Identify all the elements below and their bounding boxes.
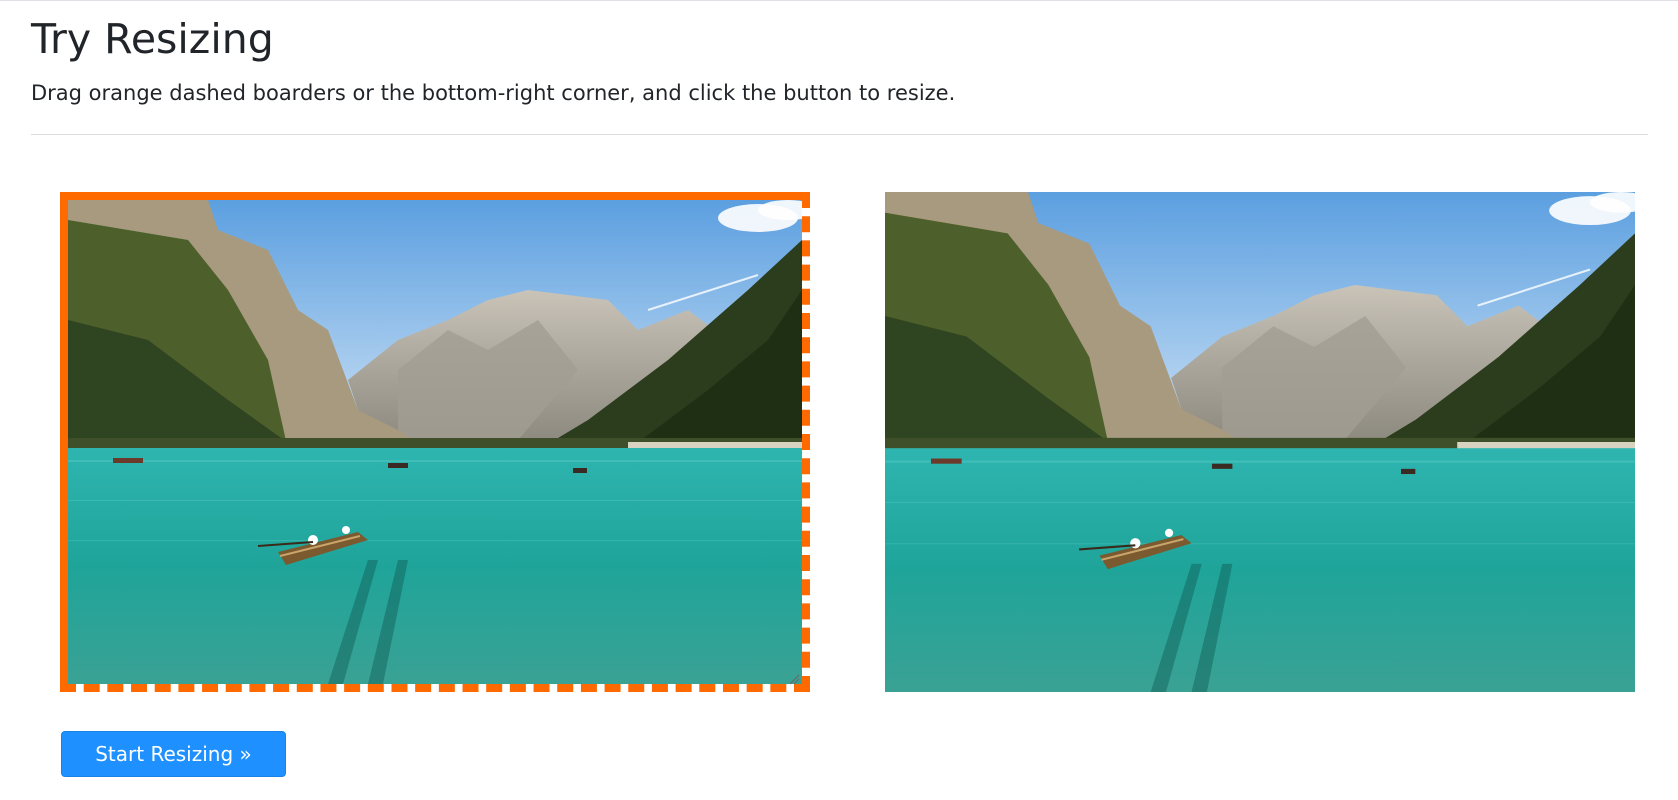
top-rule: [0, 0, 1678, 1]
resized-result-image: [885, 192, 1635, 692]
source-image: [68, 200, 802, 684]
resizable-image-frame[interactable]: [60, 192, 810, 692]
lake-scene-graphic: [68, 200, 802, 684]
header-divider: [31, 134, 1648, 135]
start-resizing-button[interactable]: Start Resizing »: [61, 731, 286, 777]
right-resize-border[interactable]: [802, 200, 810, 684]
lake-scene-graphic: [885, 192, 1635, 692]
page-instructions: Drag orange dashed boarders or the botto…: [31, 81, 956, 105]
resize-corner-grip[interactable]: [788, 670, 800, 685]
bottom-resize-border[interactable]: [68, 684, 802, 692]
page-title: Try Resizing: [31, 15, 274, 63]
